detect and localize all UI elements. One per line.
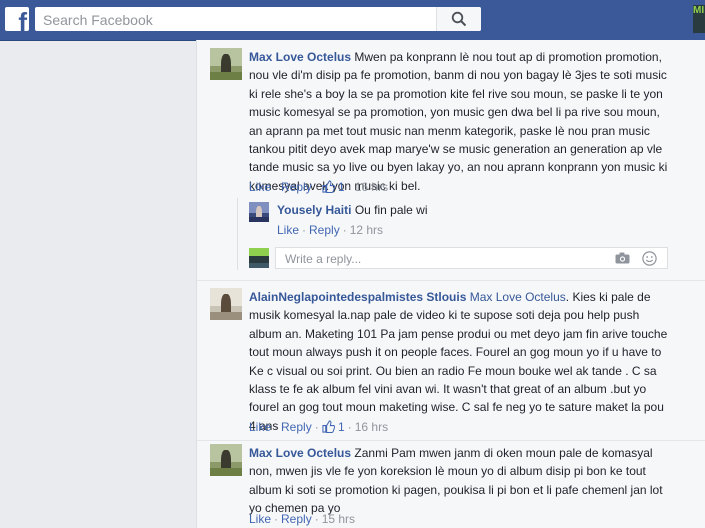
search-button[interactable] [436, 7, 481, 31]
comment-author[interactable]: Yousely Haiti [277, 203, 351, 217]
comment-actions: Like · Reply · 1 · 16 hrs [249, 180, 389, 194]
search-icon [451, 11, 467, 27]
thumbs-up-icon [322, 420, 335, 433]
current-user-avatar [249, 248, 269, 268]
comment-author[interactable]: Max Love Octelus [249, 50, 351, 64]
facebook-logo-letter: f [18, 7, 27, 37]
comment-actions: Like · Reply · 1 · 16 hrs [249, 420, 389, 434]
comment-timestamp[interactable]: 15 hrs [322, 512, 355, 526]
avatar[interactable] [210, 48, 242, 80]
corner-badge-text: MI [693, 5, 705, 16]
comment-mention[interactable]: Max Love Octelus [470, 290, 566, 304]
comment-timestamp[interactable]: 12 hrs [350, 223, 383, 237]
comments-section: Max Love Octelus Mwen pa konprann lè nou… [196, 40, 705, 528]
facebook-logo-icon[interactable]: f [5, 7, 29, 35]
comment-text: . Kies ki pale de musik komesyal la.nap … [249, 290, 668, 433]
comment-author[interactable]: AlainNeglapointedespalmistes Stlouis [249, 290, 466, 304]
like-link[interactable]: Like [249, 180, 271, 194]
corner-thumbnail[interactable]: MI [693, 5, 705, 33]
comment-timestamp[interactable]: 16 hrs [355, 180, 388, 194]
divider [197, 280, 705, 281]
reply-input[interactable] [283, 248, 607, 270]
divider [197, 440, 705, 441]
like-link[interactable]: Like [277, 223, 299, 237]
comment-timestamp[interactable]: 16 hrs [355, 420, 388, 434]
comment-author[interactable]: Max Love Octelus [249, 446, 351, 460]
comment-body: Yousely Haiti Ou fin pale wi [277, 201, 667, 219]
reply-box [275, 247, 668, 270]
reply-thread-line [237, 198, 238, 270]
search-input[interactable] [41, 7, 435, 33]
top-bar: f MI [0, 0, 705, 41]
reply-link[interactable]: Reply [281, 420, 312, 434]
comment-body: Max Love Octelus Zanmi Pam mwen janm di … [249, 444, 669, 518]
comment-body: Max Love Octelus Mwen pa konprann lè nou… [249, 48, 669, 195]
reply-link[interactable]: Reply [281, 180, 312, 194]
thumbs-up-icon [322, 180, 335, 193]
comment-text: Mwen pa konprann lè nou tout ap di promo… [249, 50, 668, 193]
reply-link[interactable]: Reply [281, 512, 312, 526]
like-link[interactable]: Like [249, 420, 271, 434]
camera-icon[interactable] [615, 252, 630, 264]
avatar[interactable] [210, 288, 242, 320]
avatar[interactable] [249, 202, 269, 222]
avatar[interactable] [210, 444, 242, 476]
comment-actions: Like · Reply · 15 hrs [249, 512, 356, 526]
like-link[interactable]: Like [249, 512, 271, 526]
comment-body: AlainNeglapointedespalmistes Stlouis Max… [249, 288, 669, 435]
like-count[interactable]: 1 [338, 420, 345, 434]
reply-link[interactable]: Reply [309, 223, 340, 237]
search-bar [35, 7, 481, 33]
comment-actions: Like · Reply · 12 hrs [277, 223, 384, 237]
like-count[interactable]: 1 [338, 180, 345, 194]
comment-text: Ou fin pale wi [354, 203, 428, 217]
emoji-icon[interactable] [642, 251, 657, 266]
